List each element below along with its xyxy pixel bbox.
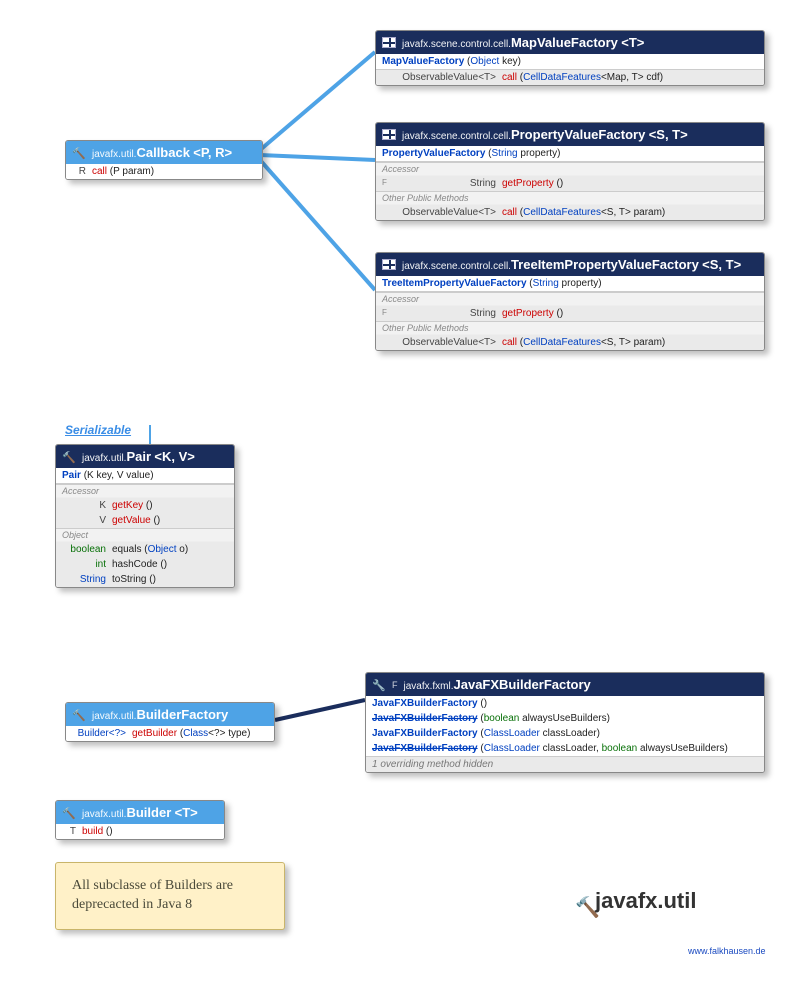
header: F javafx.fxml.JavaFXBuilderFactory (366, 673, 764, 696)
pkg: javafx.scene.control.cell. (402, 39, 511, 50)
callback-classname: Callback (136, 145, 189, 160)
header: javafx.scene.control.cell.PropertyValueF… (376, 123, 764, 146)
override-note-row: 1 overriding method hidden (366, 757, 764, 772)
builder-box: javafx.util.Builder <T> T build () (55, 800, 225, 840)
classname: PropertyValueFactory (511, 127, 645, 142)
method-row: Builder<?> getBuilder (Class<?> type) (66, 726, 274, 741)
footer-link[interactable]: www.falkhausen.de (688, 946, 766, 956)
class-icon (372, 678, 386, 692)
classname: BuilderFactory (136, 707, 228, 722)
object-section: Object (56, 528, 234, 542)
header: javafx.util.Pair <K, V> (56, 445, 234, 468)
method-row: ObservableValue<T> call (CellDataFeature… (376, 205, 764, 220)
class-icon (62, 450, 76, 464)
ctor3-row: JavaFXBuilderFactory (ClassLoader classL… (366, 726, 764, 741)
class-icon (382, 129, 396, 140)
callback-method-row: R call (P param) (66, 164, 262, 179)
interface-icon (62, 806, 76, 820)
header: javafx.scene.control.cell.TreeItemProper… (376, 253, 764, 276)
tostring-row: String toString () (56, 572, 234, 587)
interface-icon (72, 708, 86, 722)
method-args: (P param) (110, 166, 154, 177)
method-row: ObservableValue<T> call (CellDataFeature… (376, 335, 764, 350)
propertyvaluefactory-box: javafx.scene.control.cell.PropertyValueF… (375, 122, 765, 221)
other-section: Other Public Methods (376, 321, 764, 335)
treeitempvf-box: javafx.scene.control.cell.TreeItemProper… (375, 252, 765, 351)
classname: Builder (126, 805, 171, 820)
javafxbuilderfactory-box: F javafx.fxml.JavaFXBuilderFactory JavaF… (365, 672, 765, 773)
callback-generics: <P, R> (193, 145, 232, 160)
accessor-section: Accessor (56, 484, 234, 498)
diagram-canvas: javafx.util.Callback <P, R> R call (P pa… (0, 0, 812, 993)
callback-box: javafx.util.Callback <P, R> R call (P pa… (65, 140, 263, 180)
ctor-row: MapValueFactory (Object key) (376, 54, 764, 70)
class-icon (382, 37, 396, 48)
deprecation-note: All subclasse of Builders are deprecacte… (55, 862, 285, 930)
serializable-label: Serializable (65, 423, 131, 437)
accessor-section: Accessor (376, 162, 764, 176)
method-name: call (92, 166, 107, 177)
package-title: javafx.util (575, 888, 696, 914)
classname: JavaFXBuilderFactory (454, 677, 591, 692)
ctor1-row: JavaFXBuilderFactory () (366, 696, 764, 711)
callback-pkg: javafx.util. (92, 149, 136, 160)
ctor-row: Pair (K key, V value) (56, 468, 234, 484)
generics: <T> (621, 35, 644, 50)
callback-header: javafx.util.Callback <P, R> (66, 141, 262, 164)
ctor-name: MapValueFactory (382, 56, 464, 67)
accessor-row: F String getProperty () (376, 306, 764, 321)
ctor-row: TreeItemPropertyValueFactory (String pro… (376, 276, 764, 292)
builderfactory-box: javafx.util.BuilderFactory Builder<?> ge… (65, 702, 275, 742)
ctor2-row: JavaFXBuilderFactory (boolean alwaysUseB… (366, 711, 764, 726)
classname: TreeItemPropertyValueFactory (511, 257, 699, 272)
pair-box: javafx.util.Pair <K, V> Pair (K key, V v… (55, 444, 235, 588)
method-name: call (502, 72, 517, 83)
interface-icon (72, 146, 86, 160)
getvalue-row: V getValue () (56, 513, 234, 528)
method-row: ObservableValue<T> call (CellDataFeature… (376, 70, 764, 85)
mapvaluefactory-header: javafx.scene.control.cell.MapValueFactor… (376, 31, 764, 54)
ctor-row: PropertyValueFactory (String property) (376, 146, 764, 162)
hammer-icon (575, 894, 589, 908)
classname: Pair (126, 449, 151, 464)
return-type: ObservableValue<T> (382, 72, 502, 83)
class-icon (382, 259, 396, 270)
method-row: T build () (56, 824, 224, 839)
equals-row: boolean equals (Object o) (56, 542, 234, 557)
other-section: Other Public Methods (376, 191, 764, 205)
accessor-section: Accessor (376, 292, 764, 306)
classname: MapValueFactory (511, 35, 618, 50)
getkey-row: K getKey () (56, 498, 234, 513)
header: javafx.util.BuilderFactory (66, 703, 274, 726)
accessor-row: F String getProperty () (376, 176, 764, 191)
hashcode-row: int hashCode () (56, 557, 234, 572)
return-type: R (72, 166, 92, 177)
ctor4-row: JavaFXBuilderFactory (ClassLoader classL… (366, 741, 764, 757)
mapvaluefactory-box: javafx.scene.control.cell.MapValueFactor… (375, 30, 765, 86)
package-title-text: javafx.util (595, 888, 696, 914)
header: javafx.util.Builder <T> (56, 801, 224, 824)
